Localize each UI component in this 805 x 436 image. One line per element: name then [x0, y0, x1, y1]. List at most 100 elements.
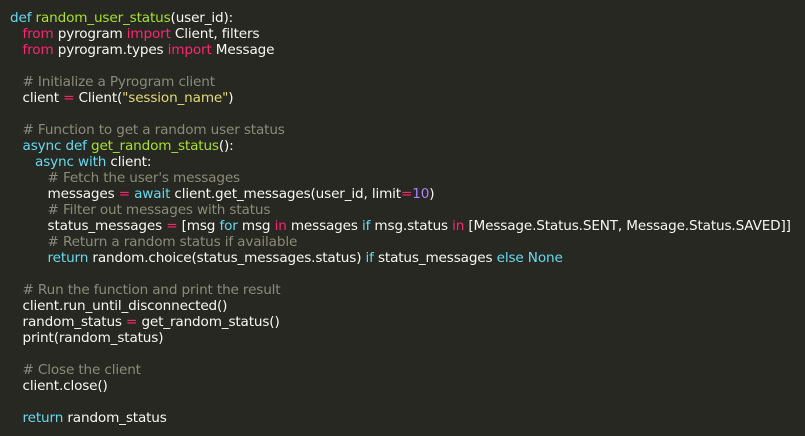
code-token: Client, filters — [170, 26, 260, 42]
comment-token: # Filter out messages with status — [47, 202, 271, 218]
code-line: client.run_until_disconnected() — [10, 298, 800, 314]
code-line: random_status = get_random_status() — [10, 314, 800, 330]
code-line: async with client: — [10, 154, 800, 170]
code-line: # Filter out messages with status — [10, 202, 800, 218]
code-token: status_messages — [10, 218, 167, 234]
function-name-token: random_user_status — [35, 10, 171, 26]
code-token: ) — [228, 90, 234, 106]
comment-token: # Run the function and print the result — [22, 282, 281, 298]
code-line: status_messages = [msg for msg in messag… — [10, 218, 800, 234]
keyword-token: if — [361, 218, 371, 234]
comment-token: # Return a random status if available — [47, 234, 298, 250]
code-line: def random_user_status(user_id): — [10, 10, 800, 26]
operator-token: = — [118, 186, 130, 202]
import-keyword-token: from — [22, 26, 54, 42]
code-line: # Run the function and print the result — [10, 282, 800, 298]
code-token: msg — [237, 218, 275, 234]
code-token: (): — [218, 138, 234, 154]
code-token: get_random_status() — [137, 314, 280, 330]
code-line: async def get_random_status(): — [10, 138, 800, 154]
operator-token: in — [452, 218, 465, 234]
code-token: client.close() — [10, 378, 108, 394]
code-token: messages — [10, 186, 119, 202]
code-line: from pyrogram import Client, filters — [10, 26, 800, 42]
keyword-token: async — [22, 138, 62, 154]
code-token: pyrogram.types — [53, 42, 168, 58]
keyword-token: for — [219, 218, 238, 234]
code-token: client.run_until_disconnected() — [10, 298, 228, 314]
string-token: "session_name" — [122, 90, 229, 106]
code-line: messages = await client.get_messages(use… — [10, 186, 800, 202]
keyword-token: with — [78, 154, 107, 170]
code-token: msg.status — [370, 218, 453, 234]
keyword-token: async — [35, 154, 74, 170]
comment-token: # Fetch the user's messages — [47, 170, 241, 186]
number-token: 10 — [412, 186, 430, 202]
comment-token: # Initialize a Pyrogram client — [22, 74, 216, 90]
code-token: messages — [286, 218, 362, 234]
code-line: # Fetch the user's messages — [10, 170, 800, 186]
code-line: print(random_status) — [10, 330, 800, 346]
code-token: random.choice(status_messages.status) — [88, 250, 366, 266]
keyword-token: else — [496, 250, 524, 266]
code-token: random_status — [63, 410, 167, 426]
code-token: Message — [211, 42, 275, 58]
code-line: return random.choice(status_messages.sta… — [10, 250, 800, 266]
code-line: return random_status — [10, 410, 800, 426]
operator-token: = — [63, 90, 75, 106]
code-token: [msg — [177, 218, 220, 234]
code-token: (user_id): — [170, 10, 234, 26]
operator-token: in — [274, 218, 287, 234]
code-editor[interactable]: def random_user_status(user_id): from py… — [10, 10, 800, 426]
comment-token: # Function to get a random user status — [22, 122, 285, 138]
code-token: client.get_messages(user_id, limit — [170, 186, 401, 202]
operator-token: = — [400, 186, 413, 202]
import-keyword-token: import — [126, 26, 171, 42]
code-token: [Message.Status.SENT, Message.Status.SAV… — [464, 218, 791, 234]
operator-token: = — [166, 218, 178, 234]
code-token: print(random_status) — [10, 330, 164, 346]
code-token: Client( — [74, 90, 123, 106]
comment-token: # Close the client — [22, 362, 141, 378]
code-line: # Close the client — [10, 362, 800, 378]
import-keyword-token: import — [167, 42, 212, 58]
code-line: from pyrogram.types import Message — [10, 42, 800, 58]
code-token: random_status — [10, 314, 127, 330]
keyword-token: def — [65, 138, 87, 154]
keyword-token: return — [47, 250, 89, 266]
code-token: pyrogram — [53, 26, 127, 42]
keyword-token: await — [134, 186, 171, 202]
keyword-token: None — [527, 250, 563, 266]
code-token: client — [10, 90, 64, 106]
code-line: # Return a random status if available — [10, 234, 800, 250]
keyword-token: def — [10, 10, 32, 26]
code-line: client.close() — [10, 378, 800, 394]
code-line: client = Client("session_name") — [10, 90, 800, 106]
code-token: ) — [429, 186, 435, 202]
code-token: status_messages — [373, 250, 497, 266]
keyword-token: if — [365, 250, 374, 266]
operator-token: = — [126, 314, 138, 330]
function-name-token: get_random_status — [90, 138, 219, 154]
code-line: # Function to get a random user status — [10, 122, 800, 138]
keyword-token: return — [22, 410, 64, 426]
code-line: # Initialize a Pyrogram client — [10, 74, 800, 90]
